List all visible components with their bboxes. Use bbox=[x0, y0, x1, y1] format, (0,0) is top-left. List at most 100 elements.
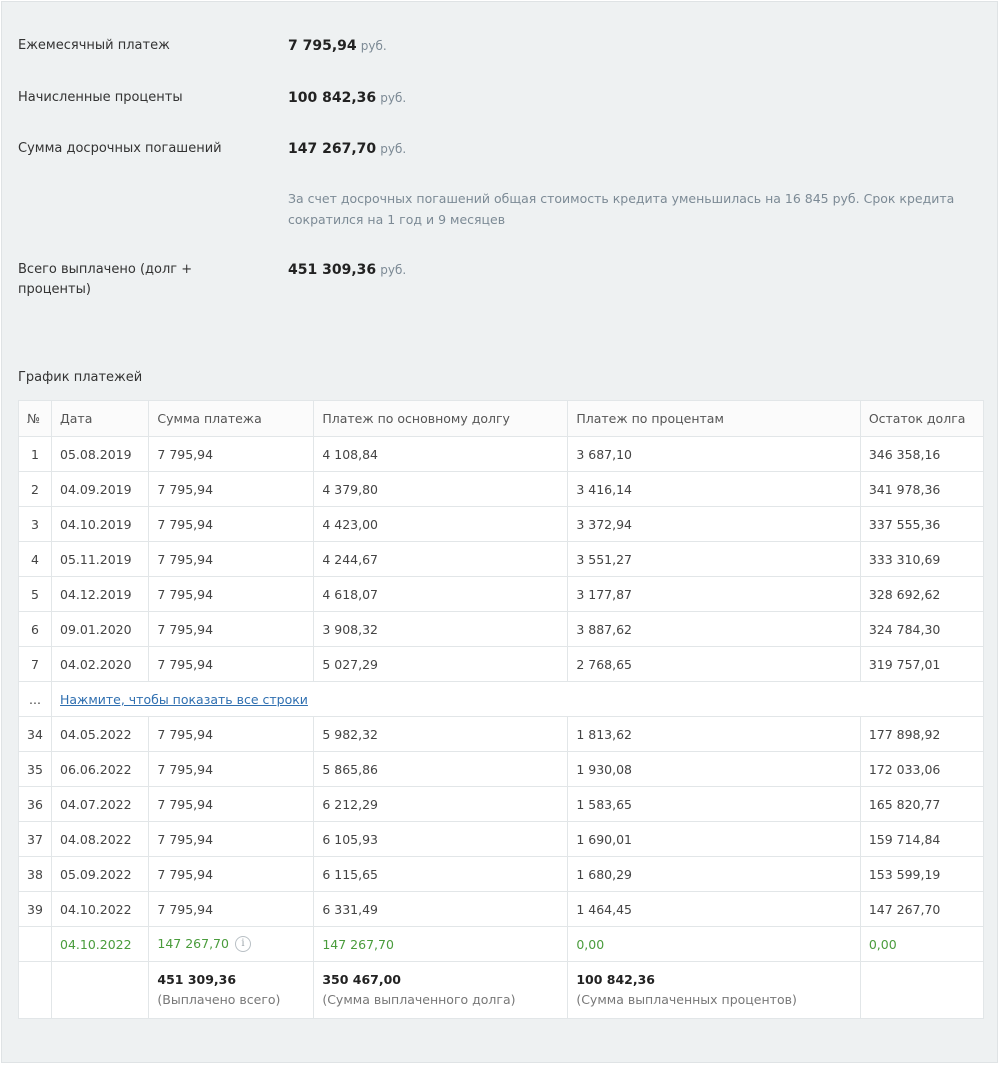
schedule-title: График платежей bbox=[18, 370, 143, 385]
table-row: 36 04.07.2022 7 795,94 6 212,29 1 583,65 165 … bbox=[18, 786, 985, 822]
show-all-cell: Нажмите, чтобы показать все строки bbox=[51, 681, 984, 717]
row-principal-payment: 4 379,80 bbox=[313, 471, 569, 507]
row-remaining-balance: 147 267,70 bbox=[859, 891, 985, 927]
row-date: 05.09.2022 bbox=[50, 856, 150, 892]
table-row: 5 04.12.2019 7 795,94 4 618,07 3 177,87 328 6… bbox=[18, 576, 985, 612]
totals-paid-cell: 451 309,36 (Выплачено всего) bbox=[148, 961, 315, 1019]
summary-label: Начисленные проценты bbox=[18, 90, 183, 105]
total-interest-value: 100 842,36 bbox=[576, 972, 656, 987]
row-principal-payment: 6 105,93 bbox=[313, 821, 569, 857]
row-remaining-balance: 324 784,30 bbox=[859, 611, 985, 647]
row-date: 04.10.2022 bbox=[50, 891, 150, 927]
total-paid-value: 451 309,36 bbox=[157, 972, 237, 987]
row-remaining-balance: 337 555,36 bbox=[859, 506, 985, 542]
currency-unit: руб. bbox=[380, 263, 407, 277]
row-payment-amount: 7 795,94 bbox=[148, 436, 315, 472]
header-principal-payment: Платеж по основному долгу bbox=[313, 400, 569, 437]
row-remaining-balance: 333 310,69 bbox=[859, 541, 985, 577]
payment-schedule-table: № Дата Сумма платежа Платеж по основному… bbox=[18, 400, 985, 1019]
row-date: 04.02.2020 bbox=[50, 646, 150, 682]
row-interest-payment: 1 464,45 bbox=[567, 891, 861, 927]
prepayment-row: 04.10.2022 147 267,70 i 147 267,70 0,00 0… bbox=[18, 926, 985, 962]
row-interest-payment: 3 177,87 bbox=[567, 576, 861, 612]
table-row: 4 05.11.2019 7 795,94 4 244,67 3 551,27 333 3… bbox=[18, 541, 985, 577]
row-interest-payment: 3 372,94 bbox=[567, 506, 861, 542]
summary-value: 451 309,36 руб. bbox=[288, 260, 406, 281]
row-payment-amount: 7 795,94 bbox=[148, 891, 315, 927]
row-number: 35 bbox=[18, 751, 52, 787]
row-number: 36 bbox=[18, 786, 52, 822]
row-date: 04.05.2022 bbox=[50, 716, 150, 752]
row-principal-payment: 4 108,84 bbox=[313, 436, 569, 472]
row-interest-payment: 1 680,29 bbox=[567, 856, 861, 892]
row-number: 1 bbox=[18, 436, 52, 472]
row-date: 04.07.2022 bbox=[50, 786, 150, 822]
table-row: 7 04.02.2020 7 795,94 5 027,29 2 768,65 319 7… bbox=[18, 646, 985, 682]
totals-empty-cell bbox=[859, 961, 985, 1019]
row-interest-payment: 3 887,62 bbox=[567, 611, 861, 647]
collapsed-rows-row: ... Нажмите, чтобы показать все строки bbox=[18, 681, 984, 717]
row-payment-amount: 7 795,94 bbox=[148, 786, 315, 822]
row-remaining-balance: 341 978,36 bbox=[859, 471, 985, 507]
row-principal-payment: 5 865,86 bbox=[313, 751, 569, 787]
row-payment-amount: 7 795,94 bbox=[148, 716, 315, 752]
row-number: 3 bbox=[18, 506, 52, 542]
row-remaining-balance: 159 714,84 bbox=[859, 821, 985, 857]
row-number: 5 bbox=[18, 576, 52, 612]
row-remaining-balance: 346 358,16 bbox=[859, 436, 985, 472]
row-principal-payment: 4 423,00 bbox=[313, 506, 569, 542]
summary-label: Ежемесячный платеж bbox=[18, 38, 170, 53]
row-remaining-balance: 153 599,19 bbox=[859, 856, 985, 892]
row-number: 34 bbox=[18, 716, 52, 752]
row-remaining-balance: 165 820,77 bbox=[859, 786, 985, 822]
prepayment-date: 04.10.2022 bbox=[50, 926, 150, 962]
table-row: 3 04.10.2019 7 795,94 4 423,00 3 372,94 337 5… bbox=[18, 506, 985, 542]
summary-label: Всего выплачено (долг + проценты) bbox=[18, 262, 193, 297]
row-remaining-balance: 328 692,62 bbox=[859, 576, 985, 612]
currency-unit: руб. bbox=[380, 142, 407, 156]
total-paid-amount: 451 309,36 bbox=[288, 262, 377, 278]
row-number: 39 bbox=[18, 891, 52, 927]
table-header-row: № Дата Сумма платежа Платеж по основному… bbox=[18, 400, 985, 437]
total-paid-label: (Выплачено всего) bbox=[157, 992, 281, 1007]
row-payment-amount: 7 795,94 bbox=[148, 611, 315, 647]
totals-principal-cell: 350 467,00 (Сумма выплаченного долга) bbox=[313, 961, 569, 1019]
ellipsis: ... bbox=[18, 681, 52, 717]
row-remaining-balance: 172 033,06 bbox=[859, 751, 985, 787]
header-remaining-balance: Остаток долга bbox=[859, 400, 985, 437]
row-interest-payment: 1 813,62 bbox=[567, 716, 861, 752]
totals-empty-cell bbox=[18, 961, 52, 1019]
row-date: 04.12.2019 bbox=[50, 576, 150, 612]
row-payment-amount: 7 795,94 bbox=[148, 751, 315, 787]
schedule-collapsed: ... Нажмите, чтобы показать все строки bbox=[18, 681, 984, 717]
row-principal-payment: 3 908,32 bbox=[313, 611, 569, 647]
info-icon[interactable]: i bbox=[234, 936, 251, 953]
row-interest-payment: 3 551,27 bbox=[567, 541, 861, 577]
row-number: 38 bbox=[18, 856, 52, 892]
prepayment-balance: 0,00 bbox=[859, 926, 985, 962]
header-payment-amount: Сумма платежа bbox=[148, 400, 315, 437]
row-principal-payment: 5 982,32 bbox=[313, 716, 569, 752]
summary-value: 7 795,94 руб. bbox=[288, 36, 387, 57]
row-interest-payment: 1 930,08 bbox=[567, 751, 861, 787]
currency-unit: руб. bbox=[380, 91, 407, 105]
table-row: 1 05.08.2019 7 795,94 4 108,84 3 687,10 346 3… bbox=[18, 436, 985, 472]
table-row: 39 04.10.2022 7 795,94 6 331,49 1 464,45 147 … bbox=[18, 891, 985, 927]
row-payment-amount: 7 795,94 bbox=[148, 541, 315, 577]
row-number: 37 bbox=[18, 821, 52, 857]
row-number: 2 bbox=[18, 471, 52, 507]
row-date: 04.08.2022 bbox=[50, 821, 150, 857]
row-payment-amount: 7 795,94 bbox=[148, 576, 315, 612]
row-payment-amount: 7 795,94 bbox=[148, 646, 315, 682]
results-panel: Ежемесячный платеж 7 795,94 руб. Начисле… bbox=[1, 1, 998, 1063]
totals-empty-cell bbox=[50, 961, 150, 1019]
table-row: 6 09.01.2020 7 795,94 3 908,32 3 887,62 324 7… bbox=[18, 611, 985, 647]
show-all-rows-link[interactable]: Нажмите, чтобы показать все строки bbox=[60, 692, 308, 707]
total-interest-label: (Сумма выплаченных процентов) bbox=[576, 992, 797, 1007]
currency-unit: руб. bbox=[360, 39, 387, 53]
table-row: 37 04.08.2022 7 795,94 6 105,93 1 690,01 159 … bbox=[18, 821, 985, 857]
summary-label: Сумма досрочных погашений bbox=[18, 141, 222, 156]
schedule-rows-top: 1 05.08.2019 7 795,94 4 108,84 3 687,10 346 3… bbox=[18, 436, 985, 682]
header-number: № bbox=[18, 400, 52, 437]
row-date: 04.09.2019 bbox=[50, 471, 150, 507]
